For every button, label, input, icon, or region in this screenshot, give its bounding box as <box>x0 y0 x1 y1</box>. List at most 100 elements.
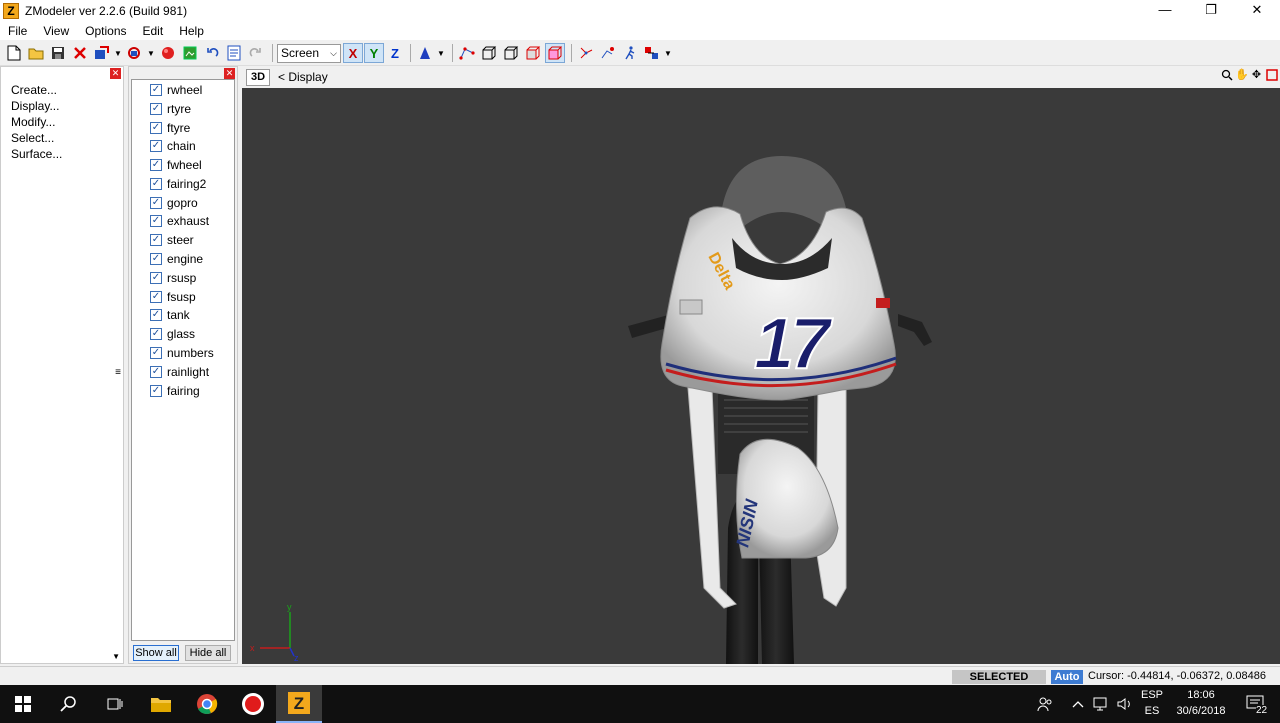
normals-dropdown-icon[interactable]: ▼ <box>437 49 445 58</box>
bones-icon[interactable] <box>642 43 662 63</box>
object-item[interactable]: ✓ fsusp <box>150 289 196 305</box>
close-icon[interactable]: ✕ <box>110 68 121 79</box>
object-item[interactable]: ✓ fairing2 <box>150 176 206 192</box>
object-item[interactable]: ✓ fwheel <box>150 157 202 173</box>
notifications-icon[interactable]: 22 <box>1236 685 1276 723</box>
checkbox-checked-icon[interactable]: ✓ <box>150 291 162 303</box>
checkbox-checked-icon[interactable]: ✓ <box>150 197 162 209</box>
checkbox-checked-icon[interactable]: ✓ <box>150 122 162 134</box>
checkbox-checked-icon[interactable]: ✓ <box>150 234 162 246</box>
close-button[interactable]: ✕ <box>1234 0 1280 22</box>
object-item[interactable]: ✓ rainlight <box>150 364 209 380</box>
open-folder-icon[interactable] <box>26 43 46 63</box>
object-item[interactable]: ✓ gopro <box>150 195 198 211</box>
properties-icon[interactable] <box>224 43 244 63</box>
texture-icon[interactable] <box>180 43 200 63</box>
object-item[interactable]: ✓ ftyre <box>150 120 190 136</box>
maximize-viewport-icon[interactable] <box>1265 69 1278 83</box>
chrome-icon[interactable] <box>184 685 230 723</box>
volume-icon[interactable] <box>1114 685 1136 723</box>
object-item[interactable]: ✓ tank <box>150 307 190 323</box>
view-3d-button[interactable]: 3D <box>246 69 270 86</box>
export-icon[interactable] <box>125 43 145 63</box>
people-icon[interactable] <box>1030 685 1060 723</box>
object-item[interactable]: ✓ engine <box>150 251 203 267</box>
task-view-icon[interactable] <box>92 685 138 723</box>
object-item[interactable]: ✓ exhaust <box>150 213 209 229</box>
link-icon[interactable] <box>598 43 618 63</box>
object-item[interactable]: ✓ glass <box>150 326 195 342</box>
chevron-up-icon[interactable] <box>1068 685 1088 723</box>
checkbox-checked-icon[interactable]: ✓ <box>150 178 162 190</box>
menu-options[interactable]: Options <box>77 24 134 38</box>
redo-icon[interactable] <box>246 43 266 63</box>
render-record-icon[interactable] <box>158 43 178 63</box>
checkbox-checked-icon[interactable]: ✓ <box>150 215 162 227</box>
auto-mode-badge[interactable]: Auto <box>1051 670 1083 684</box>
command-select[interactable]: Select... <box>11 131 54 145</box>
normals-cone-icon[interactable] <box>415 43 435 63</box>
3d-viewport[interactable]: NISIN Delta 17 y x z <box>242 88 1280 664</box>
menu-help[interactable]: Help <box>171 24 212 38</box>
file-explorer-icon[interactable] <box>138 685 184 723</box>
hide-all-button[interactable]: Hide all <box>185 645 231 661</box>
selection-mode-indicator[interactable]: SELECTED MODE <box>952 670 1046 697</box>
object-item[interactable]: ✓ rtyre <box>150 101 191 117</box>
zoom-icon[interactable] <box>1220 69 1233 83</box>
close-icon[interactable]: ✕ <box>224 68 235 79</box>
checkbox-checked-icon[interactable]: ✓ <box>150 385 162 397</box>
object-item[interactable]: ✓ numbers <box>150 345 214 361</box>
coordinate-mode-select[interactable]: Screen ⌵ <box>277 43 341 63</box>
checkbox-checked-icon[interactable]: ✓ <box>150 347 162 359</box>
breadcrumb[interactable]: < Display <box>278 70 328 84</box>
hierarchy-icon[interactable] <box>576 43 596 63</box>
checkbox-checked-icon[interactable]: ✓ <box>150 159 162 171</box>
search-icon[interactable] <box>46 685 92 723</box>
network-icon[interactable] <box>1090 685 1112 723</box>
checkbox-checked-icon[interactable]: ✓ <box>150 328 162 340</box>
show-all-button[interactable]: Show all <box>133 645 179 661</box>
checkbox-checked-icon[interactable]: ✓ <box>150 140 162 152</box>
object-item[interactable]: ✓ steer <box>150 232 194 248</box>
zmodeler-taskbar-icon[interactable]: Z <box>276 685 322 723</box>
checkbox-checked-icon[interactable]: ✓ <box>150 103 162 115</box>
undo-icon[interactable] <box>202 43 222 63</box>
rotate-icon[interactable]: ✥ <box>1250 69 1263 83</box>
recorder-icon[interactable] <box>230 685 276 723</box>
restore-button[interactable]: ❐ <box>1188 0 1234 22</box>
axis-y-toggle[interactable]: Y <box>364 43 384 63</box>
select-edge-icon[interactable] <box>479 43 499 63</box>
new-file-icon[interactable] <box>4 43 24 63</box>
select-object-icon[interactable] <box>523 43 543 63</box>
checkbox-checked-icon[interactable]: ✓ <box>150 309 162 321</box>
command-display[interactable]: Display... <box>11 99 59 113</box>
import-icon[interactable] <box>92 43 112 63</box>
axis-x-toggle[interactable]: X <box>343 43 363 63</box>
object-item[interactable]: ✓ fairing <box>150 383 200 399</box>
axis-z-toggle[interactable]: Z <box>385 43 405 63</box>
menu-view[interactable]: View <box>35 24 77 38</box>
checkbox-checked-icon[interactable]: ✓ <box>150 366 162 378</box>
select-all-object-icon[interactable] <box>545 43 565 63</box>
object-item[interactable]: ✓ chain <box>150 138 196 154</box>
command-modify[interactable]: Modify... <box>11 115 55 129</box>
object-item[interactable]: ✓ rsusp <box>150 270 196 286</box>
pan-hand-icon[interactable]: ✋ <box>1235 69 1249 83</box>
menu-edit[interactable]: Edit <box>135 24 172 38</box>
select-vertex-icon[interactable] <box>457 43 477 63</box>
export-dropdown-icon[interactable]: ▼ <box>147 49 155 58</box>
save-disk-icon[interactable] <box>48 43 68 63</box>
panel-resize-grip-icon[interactable]: ≡ <box>115 367 121 378</box>
clock[interactable]: 18:06 30/6/2018 <box>1168 687 1234 719</box>
scroll-down-arrow-icon[interactable]: ▼ <box>112 652 120 661</box>
checkbox-checked-icon[interactable]: ✓ <box>150 253 162 265</box>
command-create[interactable]: Create... <box>11 83 57 97</box>
object-item[interactable]: ✓ rwheel <box>150 82 202 98</box>
walker-icon[interactable] <box>620 43 640 63</box>
checkbox-checked-icon[interactable]: ✓ <box>150 84 162 96</box>
menu-file[interactable]: File <box>0 24 35 38</box>
command-surface[interactable]: Surface... <box>11 147 62 161</box>
language-indicator[interactable]: ESP ES <box>1140 687 1164 719</box>
start-windows-icon[interactable] <box>0 685 46 723</box>
checkbox-checked-icon[interactable]: ✓ <box>150 272 162 284</box>
